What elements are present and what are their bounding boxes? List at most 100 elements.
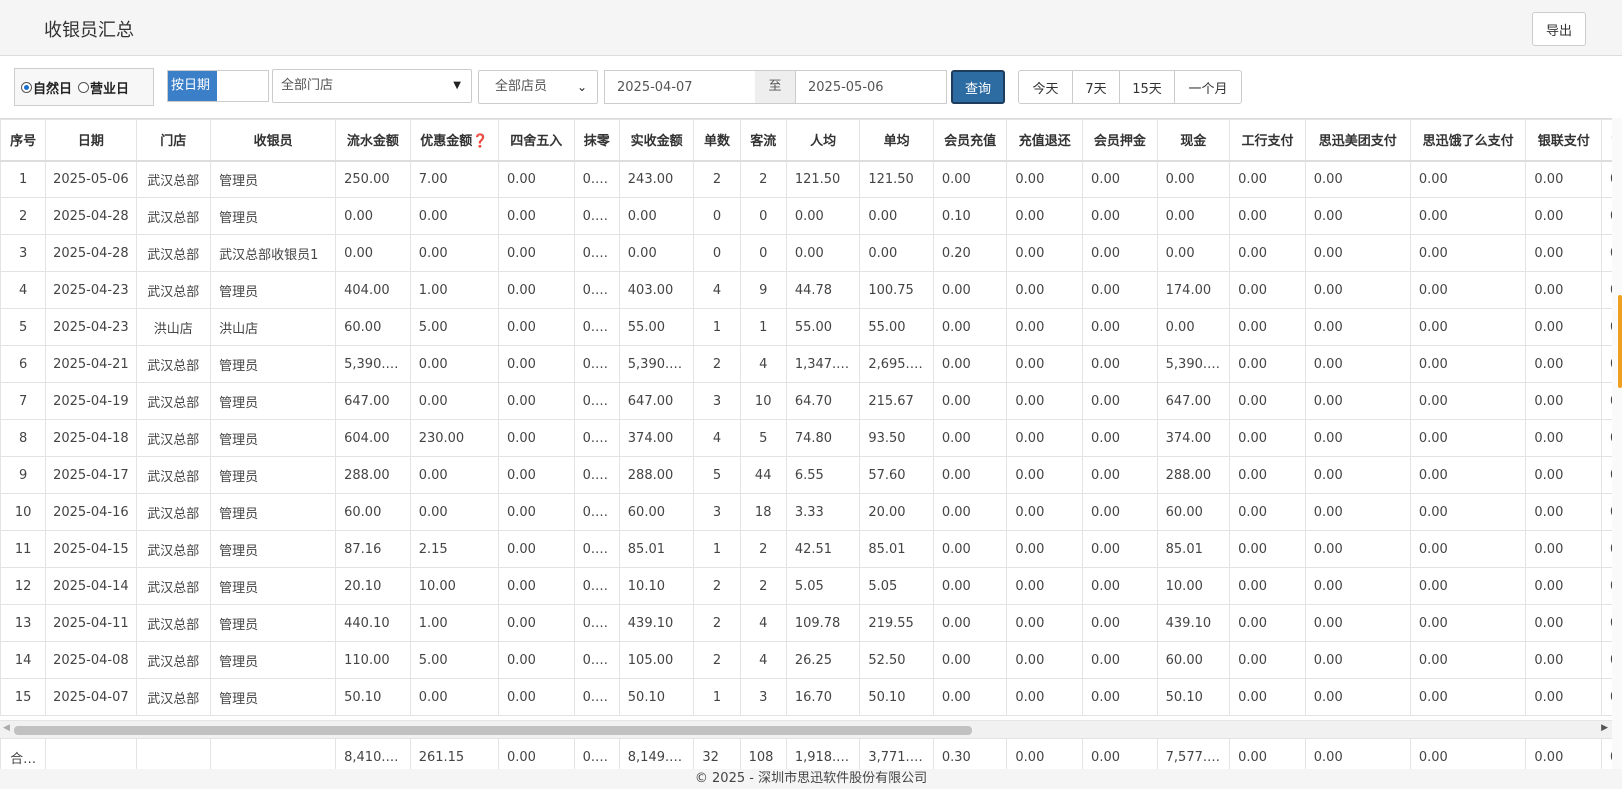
column-header[interactable]: 抹零 (573, 119, 620, 162)
table-row[interactable]: 11 2025-04-15 武汉总部 管理员 87.16 2.15 0.00 0.00 85.0… (0, 530, 1612, 568)
table-row[interactable]: 9 2025-04-17 武汉总部 管理员 288.00 0.00 0.00 0.00 288.… (0, 456, 1612, 494)
query-button[interactable]: 查询 (951, 70, 1005, 104)
table-cell: 0.00 (1006, 345, 1084, 383)
store-select[interactable]: 全部门店 ▼ (272, 69, 472, 103)
table-cell: 0.10 (932, 197, 1008, 235)
column-header[interactable]: 单均 (859, 119, 934, 162)
table-cell: 0.00 (1525, 234, 1603, 272)
table-cell: 50.10 (335, 678, 411, 716)
column-header[interactable]: 优惠金额❓ (409, 119, 499, 162)
radio-unchecked-icon[interactable] (78, 81, 90, 93)
scroll-position-marker[interactable] (1618, 295, 1622, 388)
column-header[interactable]: 流水金额 (335, 119, 411, 162)
table-cell: 1.00 (409, 271, 499, 309)
table-row[interactable]: 3 2025-04-28 武汉总部 武汉总部收银员1 0.00 0.00 0.00 0.00 0… (0, 234, 1612, 272)
table-row[interactable]: 13 2025-04-11 武汉总部 管理员 440.10 1.00 0.00 0.00 439… (0, 604, 1612, 642)
table-cell: 5,390.00 (618, 345, 695, 383)
table-row[interactable]: 14 2025-04-08 武汉总部 管理员 110.00 5.00 0.00 0.00 105… (0, 641, 1612, 679)
radio-natural-day[interactable]: 自然日 (21, 78, 72, 97)
quick-month-button[interactable]: 一个月 (1174, 70, 1242, 104)
column-header[interactable]: 日期 (45, 119, 137, 162)
column-header[interactable]: 收银员 (210, 119, 337, 162)
table-cell: 6.55 (785, 456, 861, 494)
quick-15days-button[interactable]: 15天 (1119, 70, 1175, 104)
table-cell: 0.00 (1229, 197, 1306, 235)
column-header[interactable]: 四舍五入 (497, 119, 575, 162)
table-cell: 0.00 (859, 234, 934, 272)
column-header[interactable]: 思迅饿了么支付 (1409, 119, 1527, 162)
table-cell: 0.00 (573, 234, 620, 272)
table-cell: 洪山店 (135, 308, 212, 346)
column-header[interactable]: 银联支付 (1525, 119, 1603, 162)
quick-today-button[interactable]: 今天 (1018, 70, 1073, 104)
table-cell: 4 (739, 641, 787, 679)
date-type-select[interactable]: 按日期 (167, 70, 269, 102)
table-cell: 0.00 (1304, 604, 1411, 642)
table-row[interactable]: 10 2025-04-16 武汉总部 管理员 60.00 0.00 0.00 0.00 60.0… (0, 493, 1612, 531)
table-cell: 武汉总部 (135, 234, 212, 272)
table-row[interactable]: 8 2025-04-18 武汉总部 管理员 604.00 230.00 0.00 0.00 37… (0, 419, 1612, 457)
table-cell: 管理员 (210, 345, 337, 383)
column-header[interactable]: 客流 (739, 119, 787, 162)
horizontal-scrollbar[interactable]: ◀ ▶ (0, 720, 1612, 738)
table-cell: 0.00 (497, 493, 575, 531)
radio-checked-icon[interactable] (21, 81, 32, 93)
column-header[interactable]: 银行卡 (1601, 119, 1612, 162)
table-cell: 0.00 (1409, 641, 1527, 679)
data-table-container[interactable]: 序号 日期 门店 收银员 流水金额 优惠金额❓ 四舍五入 抹零 实收金额 单数 客流 人均 单均 会员充值… (0, 118, 1612, 720)
table-cell: 0.00 (785, 197, 861, 235)
table-row[interactable]: 12 2025-04-14 武汉总部 管理员 20.10 10.00 0.00 0.00 10.… (0, 567, 1612, 605)
table-cell: 0.00 (573, 308, 620, 346)
column-header[interactable]: 单数 (693, 119, 741, 162)
table-cell: 0.00 (497, 419, 575, 457)
table-cell: 2,695.00 (859, 345, 934, 383)
column-header[interactable]: 人均 (785, 119, 861, 162)
table-cell: 0.00 (1409, 604, 1527, 642)
table-cell: 0.00 (1601, 197, 1612, 235)
scroll-right-icon[interactable]: ▶ (1601, 723, 1608, 733)
date-to-input[interactable] (795, 70, 947, 104)
table-row[interactable]: 15 2025-04-07 武汉总部 管理员 50.10 0.00 0.00 0.00 50.1… (0, 678, 1612, 716)
column-header[interactable]: 工行支付 (1229, 119, 1306, 162)
staff-select[interactable]: 全部店员 ⌄ (478, 70, 598, 104)
table-cell: 0.00 (1409, 678, 1527, 716)
column-header[interactable]: 会员押金 (1082, 119, 1158, 162)
column-header[interactable]: 实收金额 (618, 119, 695, 162)
table-cell: 0.00 (1006, 456, 1084, 494)
table-cell: 0.00 (932, 308, 1008, 346)
table-cell: 60.00 (1156, 641, 1231, 679)
table-cell: 0.00 (1006, 530, 1084, 568)
scroll-left-icon[interactable]: ◀ (3, 723, 10, 733)
date-from-input[interactable] (604, 70, 756, 104)
table-cell: 604.00 (335, 419, 411, 457)
table-row[interactable]: 6 2025-04-21 武汉总部 管理员 5,390.00 0.00 0.00 0.00 5,… (0, 345, 1612, 383)
column-header[interactable]: 思迅美团支付 (1304, 119, 1411, 162)
table-cell: 0.00 (1229, 530, 1306, 568)
table-cell: 2025-04-08 (45, 641, 137, 679)
column-header[interactable]: 门店 (135, 119, 212, 162)
day-mode-group: 自然日 营业日 (14, 68, 154, 106)
table-cell: 2025-04-14 (45, 567, 137, 605)
table-cell: 0.00 (409, 345, 499, 383)
table-cell: 0.00 (932, 641, 1008, 679)
table-cell: 60.00 (335, 308, 411, 346)
table-row[interactable]: 4 2025-04-23 武汉总部 管理员 404.00 1.00 0.00 0.00 403.… (0, 271, 1612, 309)
table-cell: 0.00 (932, 493, 1008, 531)
column-header[interactable]: 序号 (0, 119, 47, 162)
table-cell: 440.10 (335, 604, 411, 642)
radio-business-day[interactable]: 营业日 (78, 78, 129, 97)
vertical-scrollbar[interactable] (1612, 118, 1622, 769)
column-header[interactable]: 会员充值 (932, 119, 1008, 162)
table-row[interactable]: 5 2025-04-23 洪山店 洪山店 60.00 5.00 0.00 0.00 55.00 1… (0, 308, 1612, 346)
table-row[interactable]: 7 2025-04-19 武汉总部 管理员 647.00 0.00 0.00 0.00 647.… (0, 382, 1612, 420)
table-cell: 0.00 (1229, 567, 1306, 605)
table-cell: 5 (693, 456, 741, 494)
table-cell: 管理员 (210, 271, 337, 309)
quick-7days-button[interactable]: 7天 (1072, 70, 1120, 104)
column-header[interactable]: 现金 (1156, 119, 1231, 162)
table-row[interactable]: 1 2025-05-06 武汉总部 管理员 250.00 7.00 0.00 0.00 243.… (0, 160, 1612, 198)
scrollbar-thumb[interactable] (14, 726, 972, 735)
column-header[interactable]: 充值退还 (1006, 119, 1084, 162)
export-button[interactable]: 导出 (1532, 12, 1586, 46)
table-row[interactable]: 2 2025-04-28 武汉总部 管理员 0.00 0.00 0.00 0.00 0.00 0 0… (0, 197, 1612, 235)
